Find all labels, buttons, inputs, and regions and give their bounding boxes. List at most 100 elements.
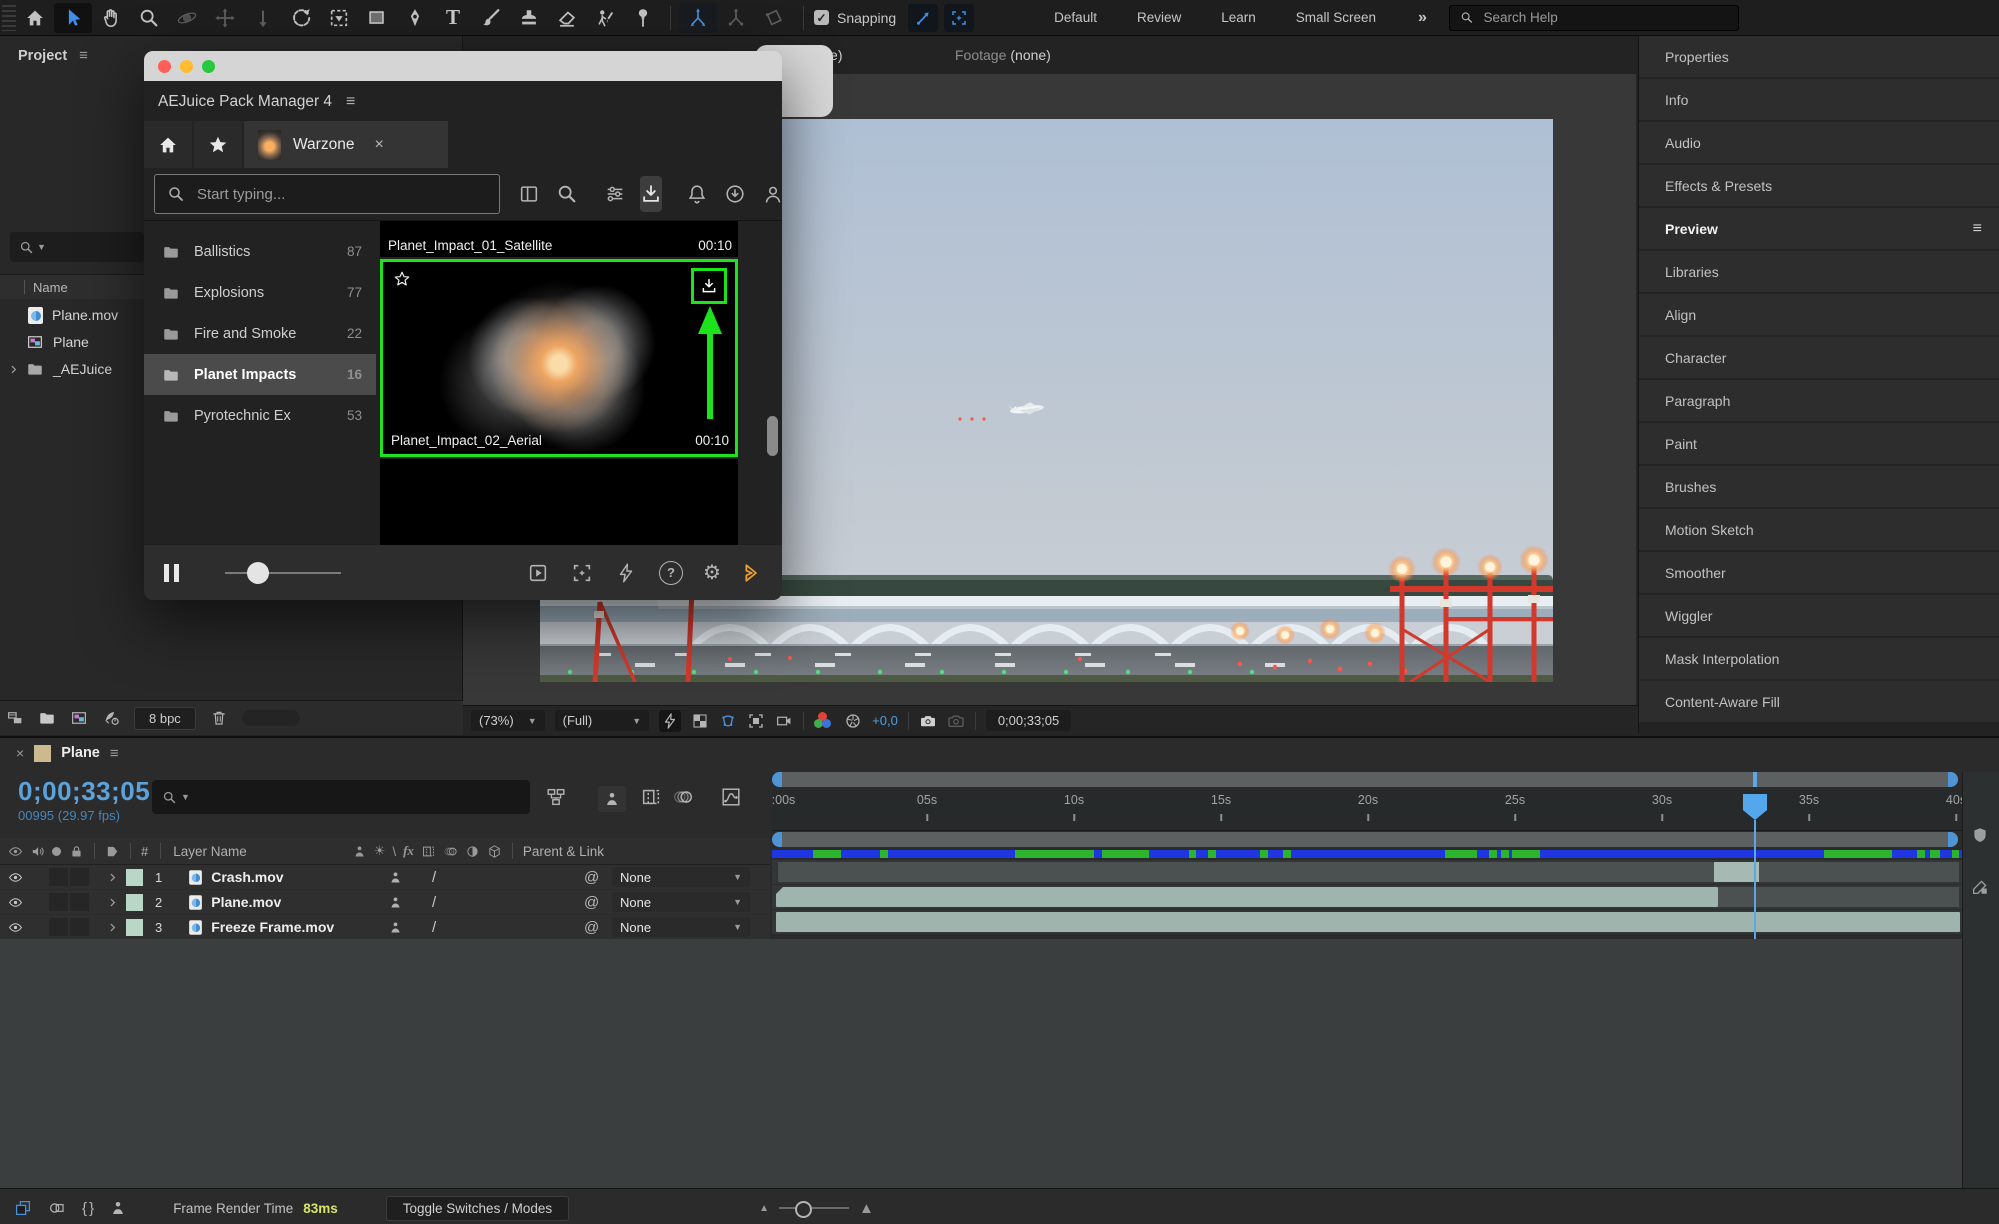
shape-tool[interactable] (358, 3, 396, 33)
layer-bar-plane[interactable] (776, 887, 1718, 907)
rotation-tool[interactable] (282, 3, 320, 33)
sidebar-item-preview[interactable]: Preview ≡ (1639, 208, 1999, 249)
selection-tool[interactable] (54, 2, 92, 33)
folder-pyrotechnic[interactable]: Pyrotechnic Ex 53 (144, 395, 376, 436)
workspace-tab-default[interactable]: Default (1034, 10, 1117, 25)
panel-menu-icon[interactable]: ≡ (79, 47, 88, 64)
aejuice-titlebar[interactable] (144, 51, 782, 81)
expressions-icon[interactable]: { } (82, 1200, 94, 1217)
eye-column-icon[interactable] (8, 844, 23, 859)
shy-comp-icon[interactable] (598, 786, 626, 812)
folder-fire-and-smoke[interactable]: Fire and Smoke 22 (144, 313, 376, 354)
sidebar-item-libraries[interactable]: Libraries (1639, 251, 1999, 292)
pause-previews-icon[interactable] (164, 563, 179, 582)
bit-depth-button[interactable]: 8 bpc (134, 706, 196, 730)
snapping-checkbox[interactable]: ✓ (814, 10, 829, 25)
home-tool[interactable] (16, 3, 54, 33)
parent-link-column-header[interactable]: Parent & Link (523, 844, 604, 859)
parent-select[interactable]: None ▼ (612, 917, 750, 937)
timeline-tab-plane[interactable]: Plane (61, 745, 100, 761)
fx-column-icon[interactable]: fx (403, 843, 414, 859)
pickwhip-icon[interactable]: @ (584, 869, 599, 886)
layer-expand-chevron[interactable] (105, 920, 120, 935)
list-scrollbar-thumb[interactable] (767, 416, 778, 456)
sidebar-item-paragraph[interactable]: Paragraph (1639, 380, 1999, 421)
view-axis-mode[interactable] (755, 3, 793, 33)
layer-name[interactable]: Plane.mov (211, 894, 281, 910)
navigator-start-handle[interactable] (772, 772, 782, 787)
folder-planet-impacts[interactable]: Planet Impacts 16 (144, 354, 376, 395)
zoom-tool[interactable] (130, 3, 168, 33)
time-navigator-bar[interactable] (772, 772, 1958, 787)
close-tab-icon[interactable]: × (16, 745, 24, 761)
camera-tool[interactable] (320, 3, 358, 33)
workspace-tab-small-screen[interactable]: Small Screen (1276, 10, 1396, 25)
workspace-tab-learn[interactable]: Learn (1201, 10, 1276, 25)
zoom-out-mountain-icon[interactable]: ▲ (759, 1203, 769, 1214)
show-snapshot-icon[interactable] (947, 712, 965, 730)
live-update-icon[interactable] (48, 1199, 66, 1217)
layer-quality-icon[interactable]: / (432, 894, 436, 911)
layer-bar-crash-highlight[interactable] (1714, 862, 1759, 882)
expand-chevron-icon[interactable] (6, 362, 21, 377)
layer-quality-icon[interactable]: / (432, 869, 436, 886)
type-tool[interactable]: T (434, 3, 472, 33)
sidebar-item-content-aware-fill[interactable]: Content-Aware Fill (1639, 681, 1999, 722)
help-icon[interactable]: ? (659, 560, 683, 585)
snap-bounds-button[interactable] (944, 3, 975, 32)
minimize-window-button[interactable] (180, 60, 193, 73)
toggle-switches-modes-button[interactable]: Toggle Switches / Modes (385, 1195, 570, 1221)
target-comp-icon[interactable] (571, 562, 593, 584)
region-of-interest-icon[interactable] (747, 712, 765, 730)
collapse-column-icon[interactable]: ☀ (374, 843, 386, 859)
aejuice-menu-icon[interactable]: ≡ (346, 93, 355, 111)
download-all-icon[interactable] (724, 183, 746, 205)
comp-marker-bin-icon[interactable] (1971, 826, 1989, 844)
tab-footage[interactable]: Footage (none) (955, 47, 1051, 63)
work-area-end-handle[interactable] (1948, 832, 1958, 847)
sidebar-item-effects-presets[interactable]: Effects & Presets (1639, 165, 1999, 206)
project-panel-title[interactable]: Project (18, 48, 67, 64)
expand-panes-icon[interactable] (14, 1199, 32, 1217)
hand-tool[interactable] (92, 3, 130, 33)
current-timecode[interactable]: 0;00;33;05 (18, 776, 150, 807)
layer-bar-freeze-frame[interactable] (776, 912, 1960, 932)
render-engine-icon[interactable] (102, 709, 120, 727)
close-tab-icon[interactable]: × (374, 136, 383, 154)
preview-item-aerial-selected[interactable]: Planet_Impact_02_Aerial 00:10 (380, 259, 738, 457)
graph-editor-icon[interactable] (720, 786, 742, 808)
search-icon[interactable] (556, 183, 578, 205)
workspace-overflow-button[interactable]: » (1396, 9, 1449, 27)
brush-tool[interactable] (472, 3, 510, 33)
slider-knob[interactable] (247, 561, 269, 584)
shy-column-icon[interactable] (352, 844, 367, 859)
layer-eye-icon[interactable] (8, 870, 23, 885)
pan-camera-tool[interactable] (206, 3, 244, 33)
puppet-pin-tool[interactable] (624, 3, 662, 33)
snapshot-icon[interactable] (919, 712, 937, 730)
fast-previews-icon[interactable] (659, 709, 682, 732)
folder-ballistics[interactable]: Ballistics 87 (144, 231, 376, 272)
layer-expand-chevron[interactable] (105, 870, 120, 885)
search-dropdown-icon[interactable]: ▼ (37, 242, 46, 252)
sidebar-item-brushes[interactable]: Brushes (1639, 466, 1999, 507)
layer-shy-icon[interactable] (388, 895, 403, 910)
label-column-icon[interactable] (105, 844, 120, 859)
download-item-button[interactable] (691, 268, 727, 304)
name-column-header[interactable]: Name (33, 280, 68, 295)
folder-explosions[interactable]: Explosions 77 (144, 272, 376, 313)
pickwhip-icon[interactable]: @ (584, 894, 599, 911)
zoom-window-button[interactable] (202, 60, 215, 73)
time-ruler[interactable]: 0:00s 05s 10s 15s 20s 25s 30s 35s 40s (772, 790, 1962, 831)
layer-shy-icon[interactable] (388, 870, 403, 885)
layer-shy-icon[interactable] (388, 920, 403, 935)
exposure-icon[interactable] (844, 712, 862, 730)
pickwhip-icon[interactable]: @ (584, 919, 599, 936)
world-axis-mode[interactable] (717, 3, 755, 33)
orbit-camera-tool[interactable] (168, 3, 206, 33)
toolbar-grip[interactable] (2, 4, 16, 31)
panel-menu-icon[interactable]: ≡ (110, 745, 119, 762)
eraser-tool[interactable] (548, 3, 586, 33)
filter-sliders-icon[interactable] (604, 183, 626, 205)
preview-item-next-partial[interactable] (380, 459, 738, 550)
